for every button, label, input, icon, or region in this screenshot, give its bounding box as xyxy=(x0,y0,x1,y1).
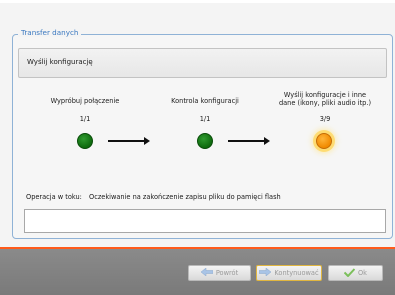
arrow-right-icon xyxy=(259,267,272,278)
step-1-label: Wypróbuj połączenie xyxy=(50,97,120,105)
transfer-dialog: Transfer danych Wyślij konfigurację Wypr… xyxy=(0,0,395,295)
ok-button-label: Ok xyxy=(357,269,367,277)
ok-button[interactable]: Ok xyxy=(328,265,383,281)
step-2-status-dot xyxy=(197,133,213,149)
header-text: Wyślij konfigurację xyxy=(27,58,93,66)
step-arrow-2 xyxy=(228,137,270,145)
back-button-label: Powrót xyxy=(215,269,239,277)
groupbox-title: Transfer danych xyxy=(18,28,82,37)
step-2-count: 1/1 xyxy=(199,115,211,123)
check-icon xyxy=(343,267,356,279)
operation-log-box xyxy=(24,209,386,233)
step-arrow-1 xyxy=(108,137,150,145)
header-panel: Wyślij konfigurację xyxy=(18,48,387,78)
step-3-label-line2: dane (ikony, pliki audio itp.) xyxy=(278,99,372,107)
arrow-left-icon xyxy=(200,267,214,278)
step-1-status-dot xyxy=(77,133,93,149)
step-3-count: 3/9 xyxy=(319,115,331,123)
step-3-label: Wyślij konfiguracje i inne dane (ikony, … xyxy=(270,91,380,107)
continue-button-label: Kontynuować xyxy=(274,269,319,277)
operation-label: Operacja w toku: xyxy=(26,193,82,201)
step-1-count: 1/1 xyxy=(79,115,91,123)
top-border xyxy=(0,0,395,3)
step-3-label-line1: Wyślij konfiguracje i inne xyxy=(283,91,367,99)
operation-status-text: Oczekiwanie na zakończenie zapisu pliku … xyxy=(89,193,281,201)
step-3-status-dot xyxy=(316,133,332,149)
continue-button[interactable]: Kontynuować xyxy=(256,265,322,281)
step-2-label: Kontrola konfiguracji xyxy=(171,97,239,105)
back-button[interactable]: Powrót xyxy=(188,265,251,281)
